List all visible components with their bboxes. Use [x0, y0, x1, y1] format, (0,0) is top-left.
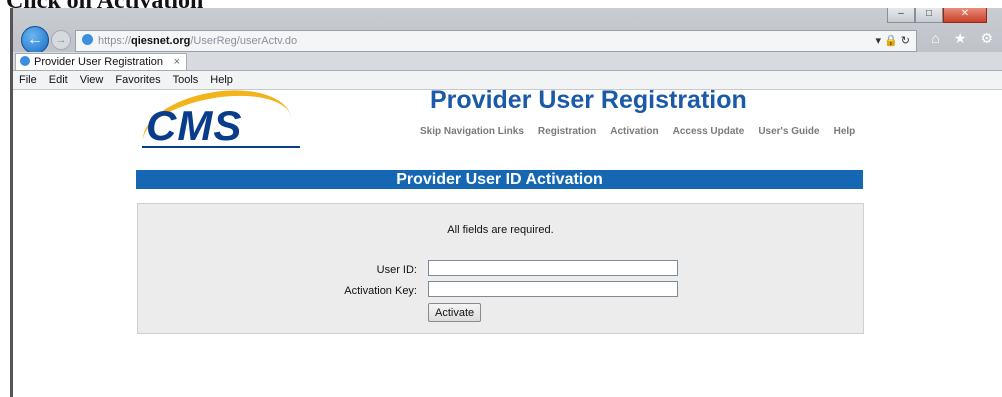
user-id-field[interactable] — [428, 260, 678, 276]
tab-strip: Provider User Registration × — [13, 52, 1002, 71]
menu-file[interactable]: File — [13, 71, 43, 89]
nav-skip-navigation-links[interactable]: Skip Navigation Links — [420, 126, 524, 137]
address-bar[interactable]: https://qiesnet.org/UserReg/userActv.do … — [75, 30, 917, 52]
close-tab-icon[interactable]: × — [174, 54, 180, 70]
close-window-button[interactable]: ✕ — [943, 8, 987, 23]
back-arrow-icon[interactable]: ← — [21, 26, 49, 54]
page-title: Provider User Registration — [430, 86, 747, 114]
required-fields-note: All fields are required. — [447, 224, 554, 236]
activation-key-label: Activation Key: — [344, 285, 417, 297]
tab-provider-user-registration[interactable]: Provider User Registration × — [15, 53, 187, 70]
maximize-button[interactable]: □ — [915, 8, 943, 23]
site-navigation: Skip Navigation Links Registration Activ… — [420, 126, 855, 137]
address-path: /UserReg/userActv.do — [190, 35, 298, 47]
tab-label: Provider User Registration — [34, 56, 163, 68]
menu-view[interactable]: View — [74, 71, 110, 89]
nav-registration[interactable]: Registration — [538, 126, 596, 137]
window-controls: – □ ✕ — [887, 8, 987, 23]
address-scheme: https:// — [98, 35, 132, 47]
address-host: qiesnet.org — [131, 35, 191, 47]
toolbar-icons: ⌂ ★ ⚙ — [931, 30, 993, 47]
lock-refresh-icon[interactable]: ▾ 🔒 ↻ — [875, 31, 910, 51]
activation-key-field[interactable] — [428, 281, 678, 297]
nav-access-update[interactable]: Access Update — [673, 126, 745, 137]
ie-logo-icon — [82, 34, 93, 45]
favorites-star-icon[interactable]: ★ — [954, 30, 967, 47]
nav-help[interactable]: Help — [834, 126, 856, 137]
activate-button[interactable]: Activate — [428, 303, 482, 322]
menu-edit[interactable]: Edit — [43, 71, 74, 89]
ie-tab-icon — [20, 56, 30, 66]
activation-form: All fields are required. User ID: Activa… — [137, 203, 864, 334]
logo-text: CMS — [146, 102, 243, 149]
user-id-label: User ID: — [376, 264, 417, 276]
browser-toolbar: – □ ✕ ← → https://qiesnet.org/UserReg/us… — [13, 8, 1002, 54]
nav-users-guide[interactable]: User's Guide — [758, 126, 819, 137]
minimize-button[interactable]: – — [887, 8, 915, 23]
gear-icon[interactable]: ⚙ — [980, 30, 993, 47]
forward-arrow-icon[interactable]: → — [51, 30, 71, 50]
logo-underline — [142, 146, 300, 148]
nav-activation[interactable]: Activation — [610, 126, 658, 137]
section-header: Provider User ID Activation — [136, 170, 863, 189]
home-icon[interactable]: ⌂ — [931, 30, 939, 47]
cms-logo[interactable]: CMS — [134, 79, 324, 181]
